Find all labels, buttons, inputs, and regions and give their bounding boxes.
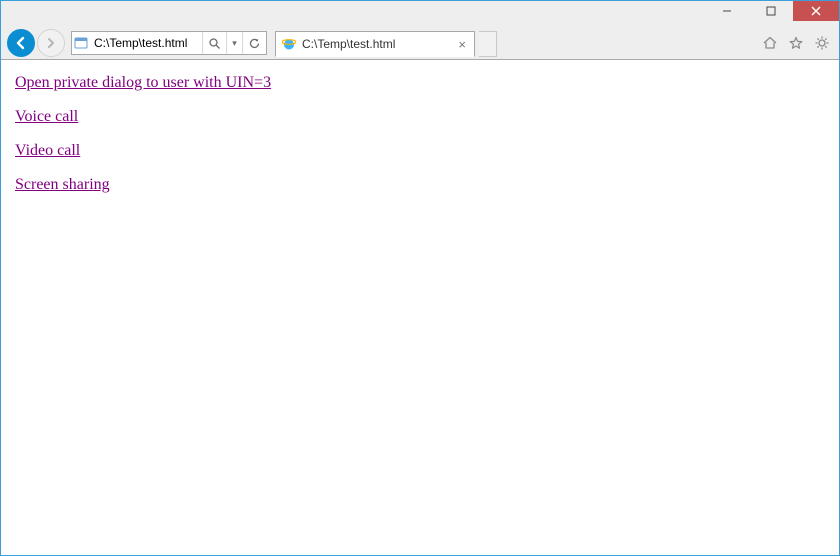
navigation-toolbar: ▾ C:\Temp\test.html × [1,29,839,59]
tab-close-button[interactable]: × [456,37,468,52]
maximize-icon [766,6,776,16]
address-input[interactable] [90,32,202,54]
tools-button[interactable] [811,32,833,54]
back-button[interactable] [7,29,35,57]
maximize-button[interactable] [749,1,793,21]
home-button[interactable] [759,32,781,54]
address-bar: ▾ [71,31,267,55]
close-icon [811,6,821,16]
tab-title: C:\Temp\test.html [302,37,456,51]
browser-tab[interactable]: C:\Temp\test.html × [275,31,475,57]
search-button[interactable] [202,32,226,54]
refresh-icon [248,37,261,50]
minimize-icon [722,6,732,16]
link-video-call[interactable]: Video call [15,142,80,159]
forward-button[interactable] [37,29,65,57]
link-open-private-dialog[interactable]: Open private dialog to user with UIN=3 [15,74,271,91]
browser-window: ▾ C:\Temp\test.html × Open private dialo… [0,0,840,556]
star-icon [788,35,804,51]
page-favicon-icon [72,36,90,50]
arrow-right-icon [44,36,58,50]
ie-icon [282,37,296,51]
refresh-button[interactable] [242,32,266,54]
favorites-button[interactable] [785,32,807,54]
close-button[interactable] [793,1,839,21]
link-voice-call[interactable]: Voice call [15,108,78,125]
page-content: Open private dialog to user with UIN=3 V… [1,59,839,555]
arrow-left-icon [13,35,29,51]
new-tab-button[interactable] [479,31,497,57]
home-icon [762,35,778,51]
gear-icon [814,35,830,51]
nav-buttons [7,29,65,57]
title-bar [1,1,839,29]
link-screen-sharing[interactable]: Screen sharing [15,176,110,193]
search-icon [208,37,221,50]
minimize-button[interactable] [705,1,749,21]
search-dropdown[interactable]: ▾ [226,32,242,54]
